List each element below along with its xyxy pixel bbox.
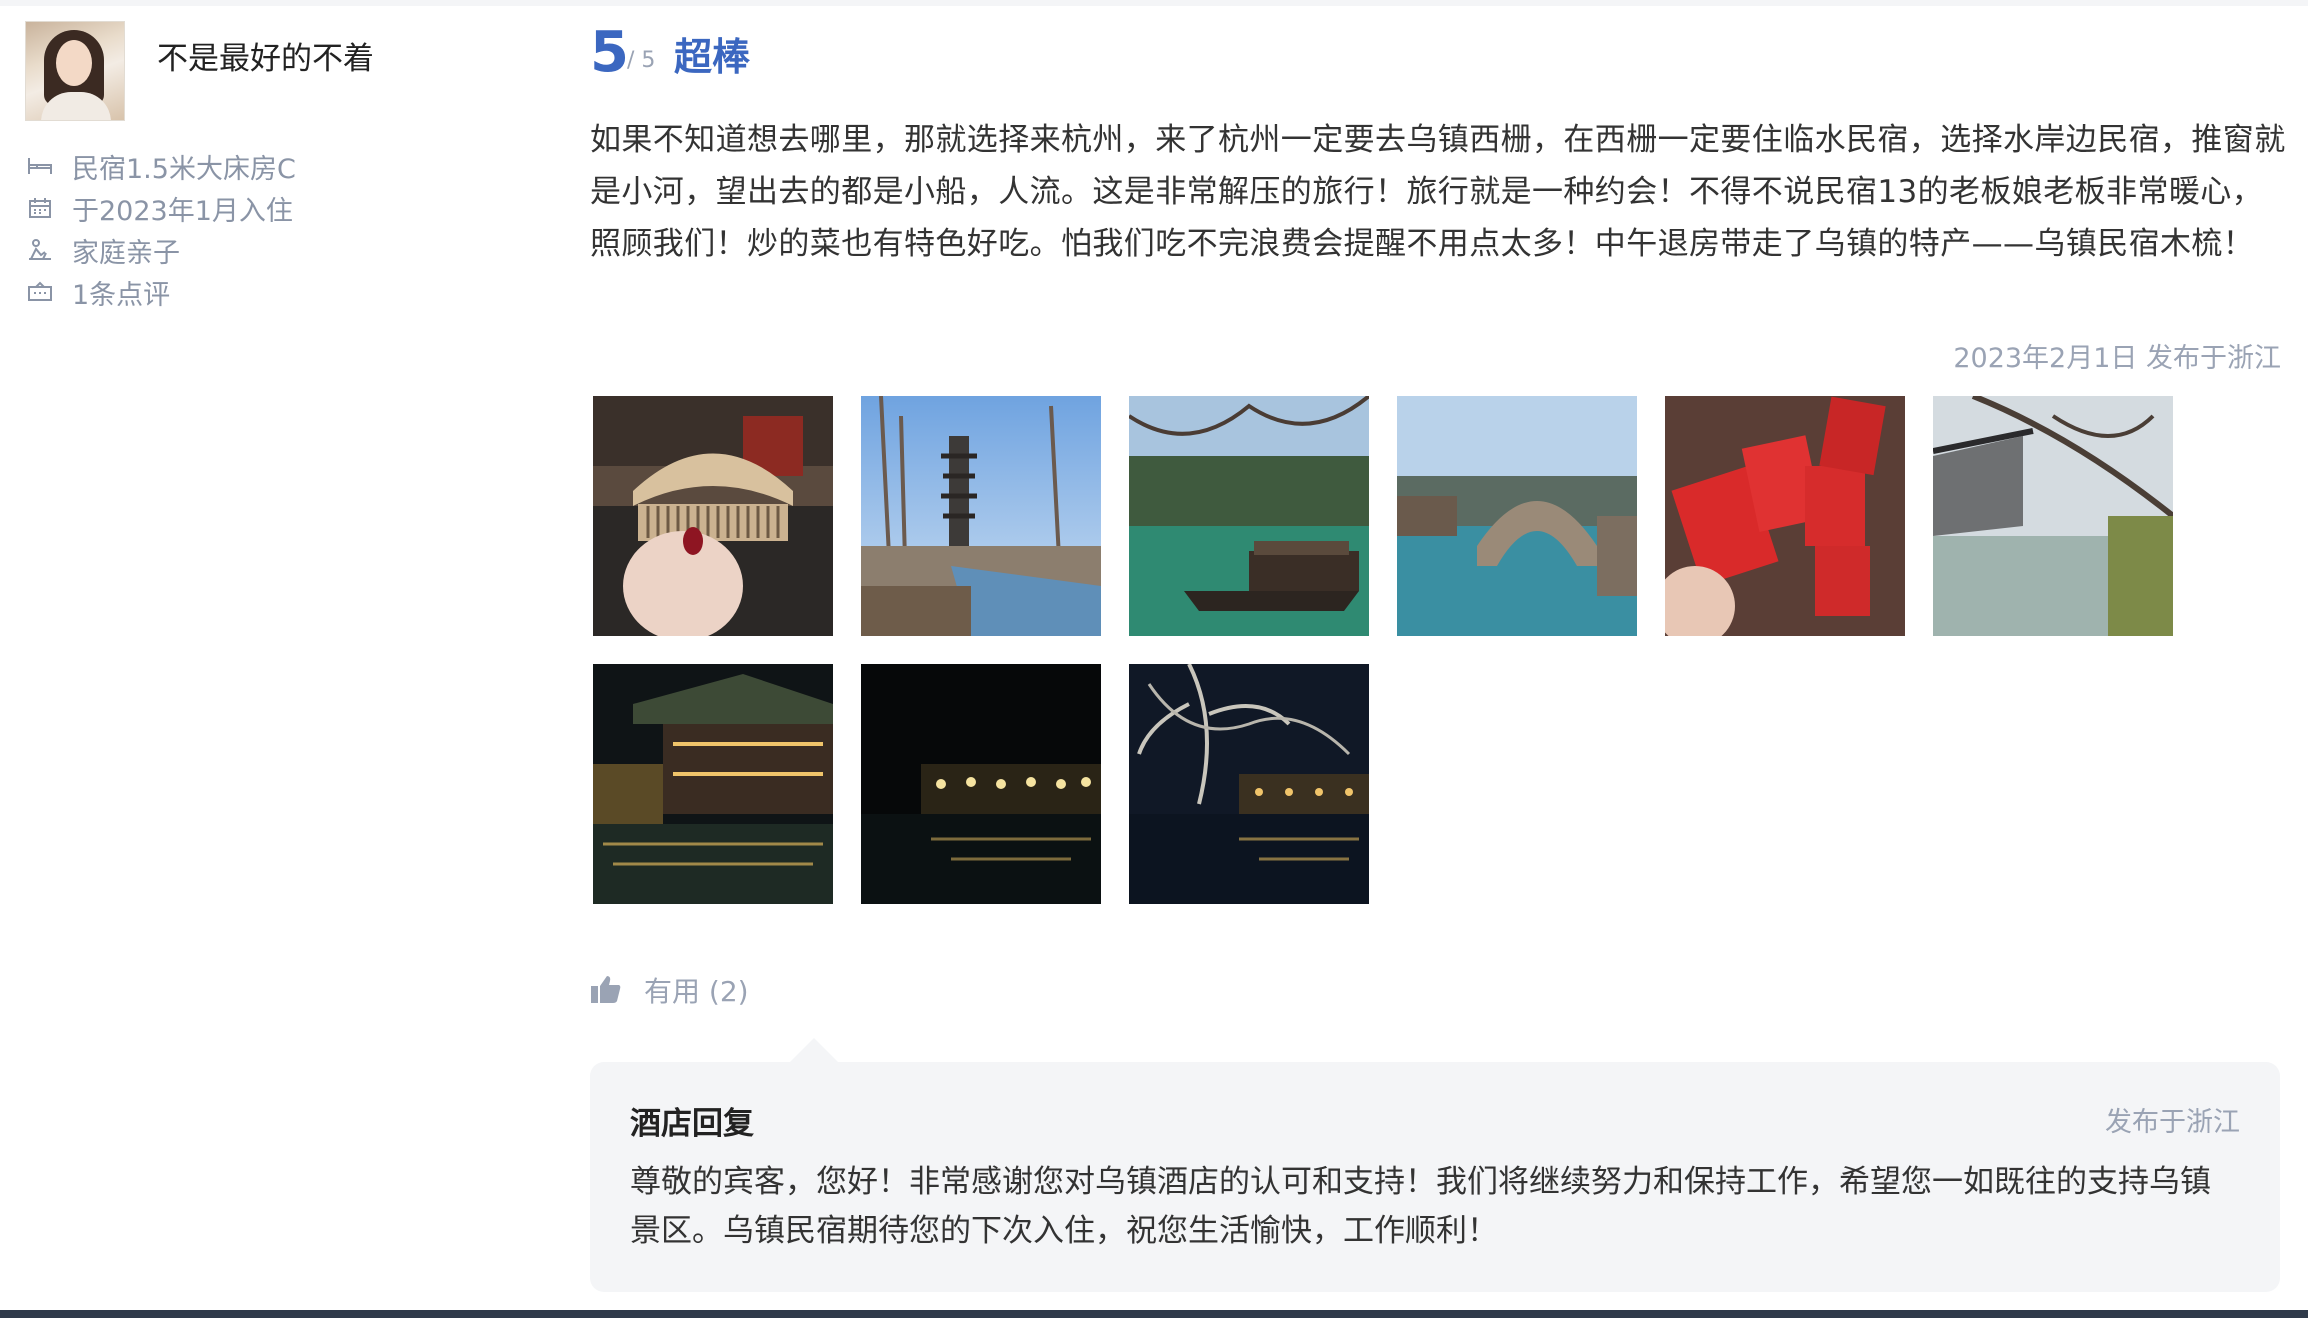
bed-icon [25, 154, 55, 178]
calendar-icon [25, 196, 55, 220]
rating-max: / 5 [627, 48, 656, 73]
room-type-row: 民宿1.5米大床房C [25, 146, 296, 186]
review-count-row: 1条点评 [25, 272, 170, 312]
review-text: 如果不知道想去哪里，那就选择来杭州，来了杭州一定要去乌镇西栅，在西栅一定要住临水… [590, 122, 2286, 262]
comment-count-icon [25, 280, 55, 304]
review-photo-4[interactable] [1397, 396, 1637, 636]
review-photo-8[interactable] [861, 664, 1101, 904]
review-photo-6[interactable] [1933, 396, 2173, 636]
reply-text: 尊敬的宾客，您好！非常感谢您对乌镇酒店的认可和支持！我们将继续努力和保持工作，希… [630, 1164, 2211, 1249]
review-posted-info: 2023年2月1日 发布于浙江 [1953, 343, 2281, 374]
useful-button[interactable]: 有用 (2) [590, 970, 749, 1010]
rating-score: 5 [590, 20, 629, 85]
review-photo-7[interactable] [593, 664, 833, 904]
review-photo-5[interactable] [1665, 396, 1905, 636]
reply-arrow [788, 1038, 840, 1064]
review-photo-2[interactable] [861, 396, 1101, 636]
family-icon [25, 238, 55, 262]
useful-label: 有用 (2) [644, 975, 749, 1008]
rating-label: 超棒 [674, 35, 751, 79]
review-count: 1条点评 [72, 279, 171, 311]
checkin-date: 于2023年1月入住 [72, 195, 293, 227]
top-divider [0, 0, 2308, 6]
bottom-divider [0, 1310, 2308, 1318]
reply-title: 酒店回复 [630, 1106, 754, 1142]
trip-type-row: 家庭亲子 [25, 230, 180, 270]
hotel-reply: 酒店回复 发布于浙江 尊敬的宾客，您好！非常感谢您对乌镇酒店的认可和支持！我们将… [590, 1062, 2280, 1292]
trip-type: 家庭亲子 [72, 237, 180, 269]
room-type: 民宿1.5米大床房C [72, 153, 296, 185]
review-photo-1[interactable] [593, 396, 833, 636]
checkin-row: 于2023年1月入住 [25, 188, 293, 228]
reply-posted-info: 发布于浙江 [2105, 1107, 2240, 1138]
review-photo-3[interactable] [1129, 396, 1369, 636]
thumbs-up-icon [590, 974, 624, 1006]
review-photo-9[interactable] [1129, 664, 1369, 904]
avatar[interactable] [25, 21, 125, 121]
reviewer-name[interactable]: 不是最好的不着 [157, 33, 374, 78]
